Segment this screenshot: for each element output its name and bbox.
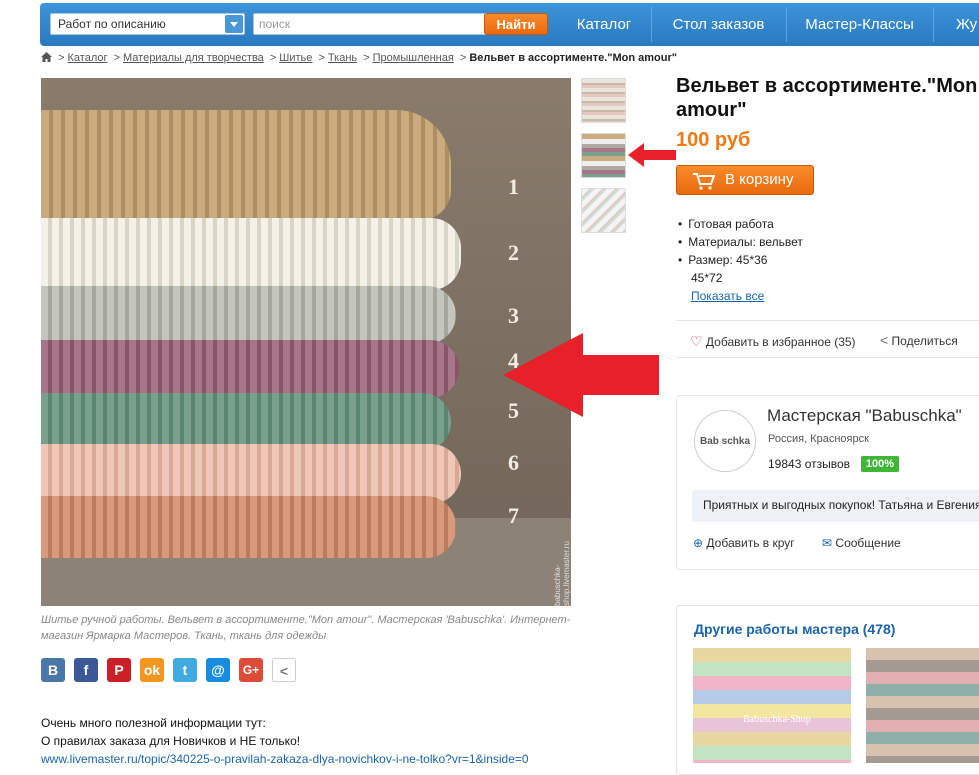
fabric-layer-2 (41, 218, 461, 290)
other-work-image-1[interactable]: Babuschka-Shop (693, 648, 851, 763)
shop-name[interactable]: Мастерская "Babuschka" (767, 406, 962, 426)
nav-orders-table[interactable]: Стол заказов (652, 3, 785, 46)
fabric-layer-7 (41, 496, 456, 558)
breadcrumb-industrial[interactable]: Промышленная (373, 52, 454, 64)
add-to-favorites-button[interactable]: ♡ Добавить в избранное (35) (690, 333, 856, 350)
fabric-layer-6 (41, 444, 461, 504)
detail-item: Материалы: вельвет (678, 235, 803, 249)
product-main-image[interactable]: 1 2 3 4 5 6 7 babuschka-shop.livemaster.… (41, 78, 571, 606)
nav-journal[interactable]: Жу (934, 3, 979, 46)
heart-icon: ♡ (690, 333, 703, 349)
plus-circle-icon: ⊕ (693, 536, 704, 550)
product-description: Очень много полезной информации тут: О п… (41, 714, 529, 768)
search-type-label: Работ по описанию (58, 17, 166, 31)
share-button[interactable]: < Поделиться (880, 332, 958, 348)
add-to-circle-button[interactable]: ⊕ Добавить в круг (693, 536, 795, 550)
breadcrumb-current: Вельвет в ассортименте."Mon amour" (469, 52, 677, 64)
message-label: Сообщение (835, 536, 901, 550)
description-line: О правилах заказа для Новичков и НЕ толь… (41, 734, 301, 748)
nav-master-classes[interactable]: Мастер-Классы (787, 3, 932, 46)
layer-number: 2 (508, 240, 519, 265)
nav-catalog[interactable]: Каталог (558, 3, 650, 46)
red-arrow-small (628, 143, 676, 167)
search-input[interactable]: поиск (253, 13, 515, 35)
fabric-layer-3 (41, 286, 456, 344)
top-navigation-bar: Работ по описанию поиск Найти Каталог Ст… (40, 3, 979, 46)
fabric-layer-5 (41, 393, 451, 451)
detail-item: Готовая работа (678, 217, 774, 231)
envelope-icon: ✉ (822, 536, 833, 550)
breadcrumb-fabric[interactable]: Ткань (328, 52, 357, 64)
favorites-label: Добавить в избранное (35) (705, 335, 856, 349)
search-button[interactable]: Найти (484, 13, 548, 35)
chevron-down-icon[interactable] (225, 15, 243, 33)
breadcrumb-materials[interactable]: Материалы для творчества (123, 52, 264, 64)
add-to-cart-label: В корзину (725, 171, 794, 188)
layer-number: 6 (508, 450, 519, 475)
description-line: Очень много полезной информации тут: (41, 716, 266, 730)
red-arrow-large (503, 333, 659, 417)
facebook-icon[interactable]: f (74, 658, 98, 682)
thumbnail-3[interactable] (581, 188, 626, 233)
thumbnail-2[interactable] (581, 133, 626, 178)
favorite-share-bar: ♡ Добавить в избранное (35) < Поделиться (676, 320, 979, 358)
breadcrumb: > Каталог > Материалы для творчества > Шить… (41, 52, 677, 64)
cart-icon (693, 173, 715, 190)
odnoklassniki-icon[interactable]: ok (140, 658, 164, 682)
pinterest-icon[interactable]: P (107, 658, 131, 682)
shop-logo[interactable]: Bab schka (694, 410, 756, 472)
other-works-title[interactable]: Другие работы мастера (478) (694, 621, 895, 637)
shop-greeting: Приятных и выгодных покупок! Татьяна и Е… (692, 490, 979, 522)
add-to-cart-button[interactable]: В корзину (676, 165, 814, 195)
image-watermark: babuschka-shop.livemaster.ru (553, 541, 571, 606)
layer-number: 7 (508, 503, 519, 528)
search-placeholder: поиск (259, 17, 291, 31)
message-button[interactable]: ✉ Сообщение (822, 536, 901, 550)
mail-icon[interactable]: @ (206, 658, 230, 682)
product-price: 100 руб (676, 129, 751, 151)
add-to-circle-label: Добавить в круг (706, 536, 795, 550)
vk-icon[interactable]: В (41, 658, 65, 682)
detail-item: Размер: 45*36 (678, 253, 767, 267)
description-link[interactable]: www.livemaster.ru/topic/340225-o-pravila… (41, 752, 529, 766)
google-plus-icon[interactable]: G+ (239, 658, 263, 682)
other-work-image-2[interactable] (866, 648, 979, 763)
image-caption: Шитье ручной работы. Вельвет в ассортиме… (41, 614, 571, 642)
fabric-layer-4 (41, 340, 459, 398)
other-work-watermark: Babuschka-Shop (743, 714, 811, 725)
twitter-icon[interactable]: t (173, 658, 197, 682)
layer-number: 3 (508, 303, 519, 328)
layer-number: 1 (508, 174, 519, 199)
home-icon[interactable] (41, 52, 52, 62)
detail-item-continued: 45*72 (691, 271, 723, 285)
shop-location: Россия, Красноярск (768, 433, 869, 445)
show-all-link[interactable]: Показать все (691, 289, 764, 303)
fabric-layer-1 (41, 110, 451, 220)
breadcrumb-catalog[interactable]: Каталог (68, 52, 108, 64)
share-icon[interactable]: < (272, 658, 296, 682)
share-label: Поделиться (891, 334, 958, 348)
search-type-select[interactable]: Работ по описанию (50, 13, 245, 35)
rating-badge: 100% (861, 456, 899, 472)
shop-reviews[interactable]: 19843 отзывов (768, 457, 850, 471)
product-title: Вельвет в ассортименте."Mon amour" (676, 75, 978, 121)
share-nodes-icon: < (880, 332, 889, 348)
breadcrumb-sewing[interactable]: Шитье (279, 52, 312, 64)
thumbnail-1[interactable] (581, 78, 626, 123)
